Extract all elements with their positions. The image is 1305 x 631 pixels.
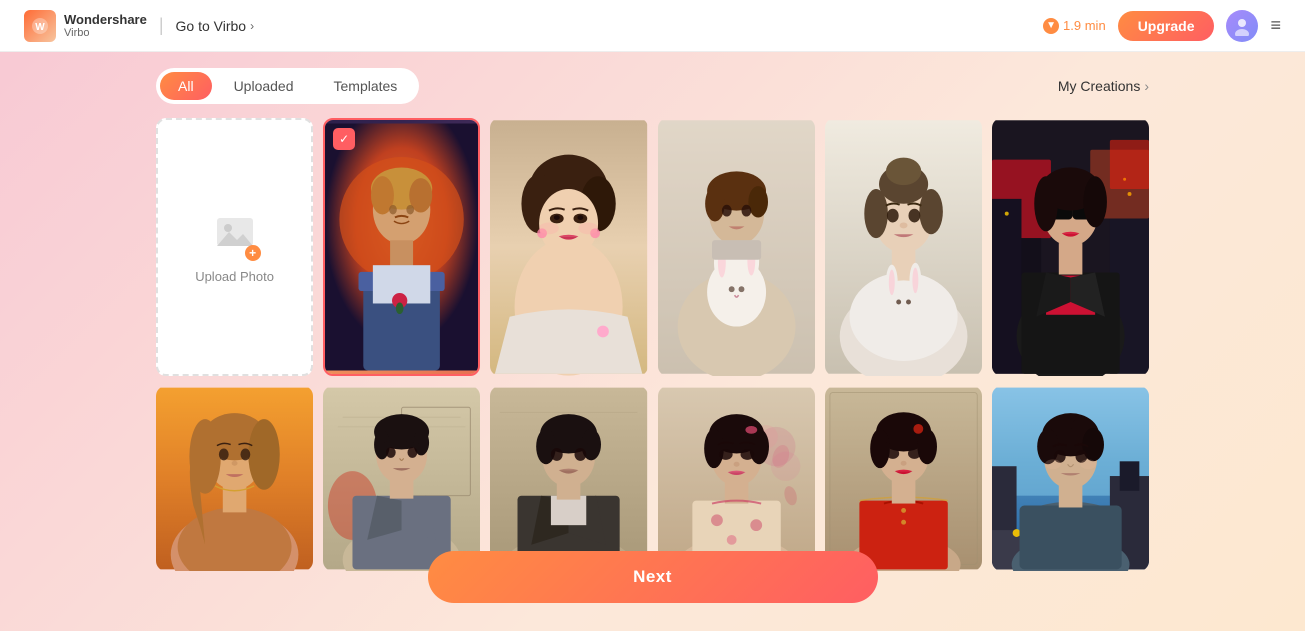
photo-card-city-woman[interactable]	[992, 118, 1149, 376]
upload-card[interactable]: + Upload Photo	[156, 118, 313, 376]
portrait-img-11	[992, 386, 1149, 571]
portrait-img-6	[156, 386, 313, 571]
photo-card-sketch-woman2[interactable]	[825, 386, 982, 571]
upload-icon: +	[213, 210, 257, 259]
photo-grid-row2	[156, 386, 1149, 571]
photo-card-selected[interactable]: ✓	[323, 118, 480, 376]
avatar[interactable]	[1226, 10, 1258, 42]
time-badge: ▼ 1.9 min	[1043, 18, 1106, 34]
filter-row: All Uploaded Templates My Creations ›	[156, 68, 1149, 104]
portrait-img-4	[825, 118, 982, 376]
portrait-img-7	[323, 386, 480, 571]
next-button-container: Next	[428, 551, 878, 603]
tab-uploaded[interactable]: Uploaded	[216, 72, 312, 100]
upgrade-button[interactable]: Upgrade	[1118, 11, 1215, 41]
photo-card-golden-woman[interactable]	[156, 386, 313, 571]
portrait-img-3	[658, 118, 815, 376]
portrait-img-10	[825, 386, 982, 571]
photo-card-rabbit-youth[interactable]	[658, 118, 815, 376]
upload-plus-icon: +	[245, 245, 261, 261]
tab-templates[interactable]: Templates	[316, 72, 416, 100]
portrait-img-9	[658, 386, 815, 571]
my-creations-label: My Creations	[1058, 78, 1140, 94]
photo-grid-row1: + Upload Photo ✓	[156, 118, 1149, 376]
portrait-img-5	[992, 118, 1149, 376]
app-header: W Wondershare Virbo | Go to Virbo › ▼ 1.…	[0, 0, 1305, 52]
upload-label: Upload Photo	[195, 269, 274, 284]
logo: W Wondershare Virbo	[24, 10, 147, 42]
my-creations-arrow-icon: ›	[1144, 78, 1149, 94]
menu-icon[interactable]: ≡	[1270, 15, 1281, 36]
photo-card-woman-rabbit[interactable]	[825, 118, 982, 376]
next-button[interactable]: Next	[428, 551, 878, 603]
photo-card-city-young-man[interactable]	[992, 386, 1149, 571]
selected-check-icon: ✓	[333, 128, 355, 150]
filter-tabs: All Uploaded Templates	[156, 68, 419, 104]
logo-text-block: Wondershare Virbo	[64, 12, 147, 39]
tab-all[interactable]: All	[160, 72, 212, 100]
header-right: ▼ 1.9 min Upgrade ≡	[1043, 10, 1281, 42]
portrait-img-8	[490, 386, 647, 571]
logo-product: Virbo	[64, 27, 147, 39]
photo-card-vintage-woman[interactable]	[490, 118, 647, 376]
goto-virbo-label: Go to Virbo	[176, 18, 247, 34]
photo-card-sketch-man2[interactable]	[490, 386, 647, 571]
header-left: W Wondershare Virbo | Go to Virbo ›	[24, 10, 254, 42]
header-divider: |	[159, 15, 164, 36]
my-creations-link[interactable]: My Creations ›	[1058, 78, 1149, 94]
svg-text:W: W	[35, 22, 45, 33]
time-value: 1.9 min	[1063, 18, 1106, 33]
logo-icon: W	[24, 10, 56, 42]
logo-brand: Wondershare	[64, 12, 147, 27]
photo-card-sketch-man1[interactable]	[323, 386, 480, 571]
goto-virbo-link[interactable]: Go to Virbo ›	[176, 18, 255, 34]
main-content: All Uploaded Templates My Creations › + …	[0, 52, 1305, 597]
goto-virbo-arrow-icon: ›	[250, 19, 254, 33]
portrait-img-2	[490, 118, 647, 376]
clock-icon: ▼	[1043, 18, 1059, 34]
portrait-img-1	[325, 120, 478, 374]
photo-card-sketch-woman1[interactable]	[658, 386, 815, 571]
